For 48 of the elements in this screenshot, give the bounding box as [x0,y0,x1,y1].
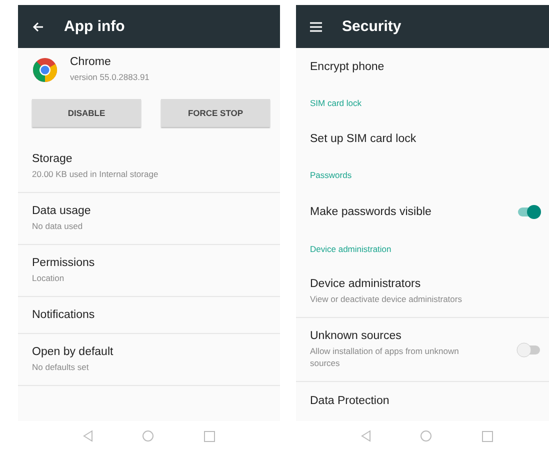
setting-title: Set up SIM card lock [310,133,416,145]
setting-title: Encrypt phone [310,61,384,73]
section-header: SIM card lock [310,98,362,108]
home-icon[interactable] [142,430,154,442]
setting-summary: View or deactivate device administrators [310,293,463,305]
setting-summary: Allow installation of apps from unknown sources [310,345,460,369]
screen-title: Security [342,18,402,35]
app-name: Chrome [70,56,112,68]
toggle-switch[interactable] [516,204,542,220]
settings-row[interactable]: Device administrators View or deactivate device administrators [296,266,549,318]
settings-row[interactable]: Data usage No data used [18,193,280,245]
home-icon[interactable] [420,430,432,442]
setting-title: Device administrators [310,278,422,290]
setting-summary: 20.00 KB used in Internal storage [32,168,160,180]
app-logo-icon [32,56,58,82]
setting-title: Data usage [32,205,92,217]
settings-row[interactable]: Encrypt phone [296,48,549,86]
setting-title: Permissions [32,257,96,269]
back-icon[interactable] [82,430,93,442]
recents-icon[interactable] [482,430,494,442]
setting-title: Open by default [32,346,114,358]
setting-title: Notifications [32,309,96,321]
settings-row[interactable]: Unknown sources Allow installation of apps from unknown sources [296,318,549,382]
settings-row[interactable]: Storage 20.00 KB used in Internal storage [18,141,280,193]
back-arrow-icon[interactable] [32,20,44,32]
toggle-switch[interactable] [516,342,542,358]
settings-row[interactable]: Make passwords visible [296,192,549,232]
setting-summary: Location [32,272,66,284]
settings-row[interactable]: Open by default No defaults set [18,334,280,386]
recents-icon[interactable] [204,430,216,442]
setting-summary: No data used [32,220,84,232]
section-header: Device administration [310,244,392,254]
settings-row[interactable]: Data Protection [296,382,549,420]
settings-row[interactable]: Permissions Location [18,245,280,297]
back-icon[interactable] [360,430,371,442]
app-version: version 55.0.2883.91 [70,71,150,83]
setting-summary: No defaults set [32,361,90,373]
setting-title: Data Protection [310,395,390,407]
action-button[interactable]: FORCE STOP [161,99,270,127]
settings-row[interactable]: Set up SIM card lock [296,120,549,158]
setting-title: Make passwords visible [310,206,432,218]
setting-title: Storage [32,153,74,165]
screen-title: App info [64,18,125,35]
section-header: Passwords [310,170,352,180]
menu-icon[interactable] [310,22,322,32]
action-button[interactable]: DISABLE [32,99,141,127]
settings-row[interactable]: Notifications [18,297,280,334]
setting-title: Unknown sources [310,330,402,342]
